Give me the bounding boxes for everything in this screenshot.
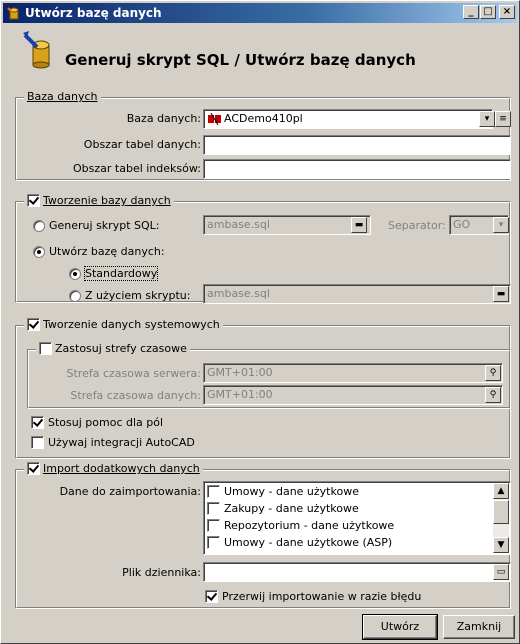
list-scrollbar[interactable]: ▲ ▼ [493, 483, 509, 553]
with-script-radio-button[interactable] [69, 289, 81, 302]
import-data-label: Dane do zaimportowania: [59, 485, 201, 498]
window-title: Utwórz bazę danych [25, 6, 162, 20]
with-script-radio[interactable]: Z użyciem skryptu: [69, 289, 190, 302]
server-tz-search-icon[interactable]: ⚲ [485, 365, 501, 381]
close-button[interactable]: Zamknij [443, 615, 515, 639]
maximize-button[interactable]: □ [480, 5, 496, 19]
data-tz-label: Strefa czasowa danych: [70, 389, 201, 402]
standard-radio-button[interactable] [69, 267, 81, 280]
scroll-thumb[interactable] [493, 500, 509, 524]
minimize-button[interactable]: _ [463, 5, 479, 19]
with-script-label: Z użyciem skryptu: [85, 289, 191, 302]
list-item[interactable]: Zakupy - dane użytkowe [207, 502, 359, 515]
create-database-checkbox[interactable] [27, 194, 40, 207]
dropdown-arrow-icon[interactable]: ▾ [479, 111, 495, 127]
log-file-input[interactable] [203, 562, 511, 582]
list-item[interactable]: Umowy - dane użytkowe (ASP) [207, 536, 392, 549]
create-db-radio[interactable]: Utwórz bazę danych: [33, 245, 165, 258]
autocad-label: Używaj integracji AutoCAD [48, 436, 195, 449]
database-wizard-icon [23, 31, 50, 69]
log-file-label: Plik dziennika: [122, 566, 201, 579]
autocad-option[interactable]: Używaj integracji AutoCAD [31, 436, 195, 449]
create-database-legend: Tworzenie bazy danych [43, 194, 171, 207]
sql-script-file-input[interactable]: ambase.sql [203, 215, 371, 235]
system-data-legend: Tworzenie danych systemowych [43, 318, 220, 331]
database-label: Baza danych: [126, 112, 201, 125]
import-checkbox[interactable] [27, 462, 40, 475]
script-folder-icon[interactable]: ▬ [493, 286, 509, 302]
data-tz-search-icon[interactable]: ⚲ [485, 387, 501, 403]
list-item-label: Zakupy - dane użytkowe [224, 502, 359, 515]
list-item[interactable]: Repozytorium - dane użytkowe [207, 519, 394, 532]
list-item-checkbox[interactable] [207, 502, 220, 515]
list-item-label: Repozytorium - dane użytkowe [224, 519, 395, 532]
server-tz-label: Strefa czasowa serwera: [66, 367, 201, 380]
create-db-label: Utwórz bazę danych: [49, 245, 165, 258]
dialog-window: Utwórz bazę danych _ □ × Generuj skrypt … [0, 0, 520, 644]
field-help-label: Stosuj pomoc dla pól [48, 416, 164, 429]
tables-area-input[interactable] [203, 135, 511, 155]
abort-on-error-option[interactable]: Przerwij importowanie w razie błędu [205, 590, 421, 603]
list-item-checkbox[interactable] [207, 485, 220, 498]
database-select[interactable]: ACDemo410pl [203, 109, 493, 129]
close-window-button[interactable]: × [499, 5, 515, 19]
list-item-label: Umowy - dane użytkowe (ASP) [224, 536, 393, 549]
folder-icon[interactable]: ▬ [351, 217, 367, 233]
abort-on-error-checkbox[interactable] [205, 590, 218, 603]
autocad-checkbox[interactable] [31, 436, 44, 449]
database-connection-icon [208, 113, 221, 125]
generate-sql-radio-button[interactable] [33, 219, 45, 232]
database-group-legend: Baza danych [27, 90, 98, 103]
create-db-radio-button[interactable] [33, 245, 45, 258]
log-folder-icon[interactable]: ▭ [493, 564, 509, 580]
create-button[interactable]: Utwórz [362, 614, 438, 640]
field-help-checkbox[interactable] [31, 416, 44, 429]
list-item-label: Umowy - dane użytkowe [224, 485, 359, 498]
list-item-checkbox[interactable] [207, 536, 220, 549]
timezone-checkbox[interactable] [39, 342, 52, 355]
import-data-list[interactable]: Umowy - dane użytkowe Zakupy - dane użyt… [203, 481, 511, 555]
data-tz-input[interactable]: GMT+01:00 [203, 385, 503, 405]
tables-area-label: Obszar tabel danych: [83, 138, 201, 151]
server-tz-input[interactable]: GMT+01:00 [203, 363, 503, 383]
field-help-option[interactable]: Stosuj pomoc dla pól [31, 416, 163, 429]
dialog-heading: Generuj skrypt SQL / Utwórz bazę danych [65, 51, 416, 69]
generate-sql-radio[interactable]: Generuj skrypt SQL: [33, 219, 159, 232]
list-item[interactable]: Umowy - dane użytkowe [207, 485, 359, 498]
system-data-checkbox[interactable] [27, 318, 40, 331]
timezone-legend: Zastosuj strefy czasowe [55, 342, 187, 355]
standard-label: Standardowy [83, 266, 159, 281]
database-icon [7, 7, 19, 20]
index-area-label: Obszar tabel indeksów: [73, 162, 201, 175]
import-legend: Import dodatkowych danych [43, 462, 200, 475]
abort-on-error-label: Przerwij importowanie w razie błędu [222, 590, 422, 603]
scroll-up-icon[interactable]: ▲ [493, 483, 509, 499]
script-file-input[interactable]: ambase.sql [203, 284, 511, 304]
index-area-input[interactable] [203, 159, 511, 179]
title-bar[interactable]: Utwórz bazę danych _ □ × [3, 3, 517, 23]
separator-dropdown-icon[interactable]: ▾ [493, 217, 509, 233]
standard-radio[interactable]: Standardowy [69, 266, 159, 281]
separator-label: Separator: [388, 219, 446, 232]
list-item-checkbox[interactable] [207, 519, 220, 532]
generate-sql-label: Generuj skrypt SQL: [49, 219, 160, 232]
scroll-down-icon[interactable]: ▼ [493, 537, 509, 553]
database-value: ACDemo410pl [224, 112, 303, 125]
database-browse-button[interactable]: ≡ [495, 111, 511, 127]
